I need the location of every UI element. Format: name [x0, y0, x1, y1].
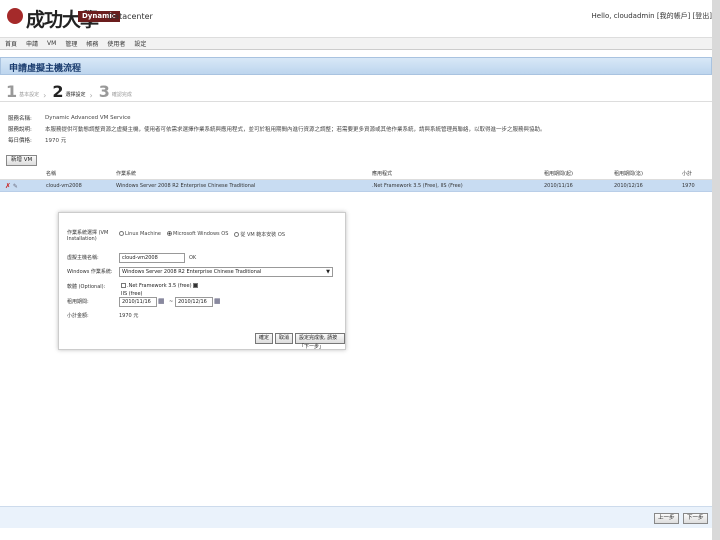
service-desc-row: 服務說明: 本服務提供可動態調整資源之虛擬主機，使用者可依需求選擇作業系統與應用…	[8, 123, 708, 134]
info-key: 服務名稱:	[8, 115, 32, 122]
period-label: 租用期間:	[67, 299, 89, 305]
wizard-step-1: 1 基本設定 ›	[6, 83, 46, 101]
delete-icon[interactable]: ✗	[5, 182, 11, 190]
step-number: 3	[98, 82, 110, 101]
table-row[interactable]: ✗ ✎ cloud-vm2008 Windows Server 2008 R2 E…	[0, 180, 712, 192]
main-menu: 首頁 申請 VM 管理 帳務 使用者 設定	[0, 37, 720, 50]
date-range-separator: ~	[169, 299, 174, 305]
checkbox-checked-icon	[193, 283, 199, 288]
windows-os-select[interactable]: Windows Server 2008 R2 Enterprise Chines…	[119, 267, 333, 277]
university-seal-icon	[7, 8, 23, 24]
info-key: 服務說明:	[8, 126, 32, 133]
menu-item-vm[interactable]: VM	[47, 40, 56, 47]
checkbox-icon	[121, 283, 126, 288]
col-header-end: 租用期間(迄)	[614, 171, 643, 177]
menu-item-billing[interactable]: 帳務	[86, 39, 98, 48]
step-label: 確認完成	[111, 92, 132, 98]
radio-linux[interactable]: Linux Machine	[119, 231, 161, 238]
menu-item-users[interactable]: 使用者	[107, 39, 125, 48]
col-header-os: 作業系統	[116, 171, 137, 177]
wizard-nav-bar: 上一步 下一步	[0, 506, 712, 528]
next-hint-button[interactable]: 設定完成後, 請按「下一步」	[295, 333, 345, 350]
step-number: 1	[6, 82, 18, 101]
subtotal-value: 1970 元	[119, 313, 139, 319]
vm-name-status: OK	[189, 255, 197, 261]
wizard-step-2: 2 選擇設定 ›	[52, 83, 92, 101]
page-title-bar: 申請虛擬主機流程	[0, 57, 712, 75]
software-checkbox-net[interactable]: .Net Framework 3.5 (free)	[121, 283, 192, 289]
windows-os-label: Windows 作業系統:	[67, 269, 113, 275]
edit-pencil-icon[interactable]: ✎	[13, 183, 18, 190]
cancel-button[interactable]: 取消	[275, 333, 294, 344]
vm-type-label: 作業系統選擇 (VM Installation)	[67, 230, 109, 242]
menu-item-manage[interactable]: 管理	[65, 39, 77, 48]
info-key: 每日價格:	[8, 137, 32, 144]
windows-os-selected: Windows Server 2008 R2 Enterprise Chines…	[122, 269, 262, 275]
vm-name-label: 虛擬主機名稱:	[67, 255, 99, 261]
row-actions: ✗ ✎	[0, 182, 46, 190]
subtotal-label: 小計金額:	[67, 313, 89, 319]
vm-config-panel: 作業系統選擇 (VM Installation) Linux Machine M…	[58, 212, 346, 350]
chevron-right-icon: ›	[43, 91, 47, 100]
add-vm-button[interactable]: 新增 VM	[6, 155, 38, 166]
info-value: 本服務提供可動態調整資源之虛擬主機，使用者可依需求選擇作業系統與應用程式，並可於…	[45, 126, 546, 133]
calendar-icon[interactable]: ▦	[158, 297, 165, 305]
table-header: 名稱 作業系統 應用程式 租用期間(起) 租用期間(迄) 小計	[0, 168, 712, 180]
radio-windows[interactable]: Microsoft Windows OS	[167, 231, 228, 238]
vm-type-radio-group: Linux Machine Microsoft Windows OS 從 VM …	[119, 231, 285, 238]
end-date-input[interactable]: 2010/12/16	[175, 297, 213, 307]
cell-name: cloud-vm2008	[46, 182, 82, 189]
dropdown-arrow-icon: ▼	[326, 269, 330, 275]
radio-selected-icon	[167, 231, 172, 236]
menu-item-settings[interactable]: 設定	[134, 39, 146, 48]
col-header-app: 應用程式	[372, 171, 393, 177]
next-step-button[interactable]: 下一步	[683, 513, 708, 524]
confirm-button[interactable]: 確定	[255, 333, 274, 344]
app-header: 成功大學 Dynamic Datacenter Hello, cloudadmi…	[0, 0, 720, 36]
service-name-row: 服務名稱: Dynamic Advanced VM Service	[8, 112, 708, 123]
step-label: 選擇設定	[65, 92, 86, 98]
user-account-links[interactable]: Hello, cloudadmin [我的帳戶] [登出]	[592, 11, 712, 22]
service-price-row: 每日價格: 1970 元	[8, 134, 708, 145]
info-value: 1970 元	[45, 137, 67, 144]
chevron-right-icon: ›	[89, 91, 93, 100]
vm-name-input[interactable]: cloud-vm2008	[119, 253, 185, 263]
page-title: 申請虛擬主機流程	[9, 64, 82, 74]
cell-start: 2010/11/16	[544, 182, 573, 189]
software-options: .Net Framework 3.5 (free) IIS (free)	[119, 282, 205, 297]
cell-app: .Net Framework 3.5 (Free), IIS (Free)	[372, 182, 463, 189]
software-label: 軟體 (Optional):	[67, 284, 106, 290]
col-header-subtotal: 小計	[682, 171, 693, 177]
col-header-name: 名稱	[46, 171, 57, 177]
cell-os: Windows Server 2008 R2 Enterprise Chines…	[116, 182, 256, 189]
cell-end: 2010/12/16	[614, 182, 643, 189]
start-date-input[interactable]: 2010/11/16	[119, 297, 157, 307]
page-edge-strip	[712, 0, 720, 540]
step-label: 基本設定	[19, 92, 40, 98]
step-number: 2	[52, 82, 64, 101]
info-value: Dynamic Advanced VM Service	[45, 114, 131, 121]
calendar-icon[interactable]: ▦	[214, 297, 221, 305]
service-info: 服務名稱: Dynamic Advanced VM Service 服務說明: …	[8, 112, 708, 145]
radio-icon	[234, 232, 240, 237]
col-header-start: 租用期間(起)	[544, 171, 573, 177]
radio-template[interactable]: 從 VM 範本安裝 OS	[234, 231, 285, 238]
prev-step-button[interactable]: 上一步	[654, 513, 679, 524]
wizard-steps: 1 基本設定 › 2 選擇設定 › 3 確認完成	[0, 78, 712, 102]
vm-table: 名稱 作業系統 應用程式 租用期間(起) 租用期間(迄) 小計 ✗ ✎ cloud…	[0, 168, 712, 192]
radio-icon	[119, 231, 124, 236]
wizard-step-3: 3 確認完成	[99, 83, 132, 101]
cell-subtotal: 1970	[682, 182, 695, 189]
brand-title: Datacenter	[108, 12, 153, 21]
menu-item-apply[interactable]: 申請	[26, 39, 38, 48]
menu-item-home[interactable]: 首頁	[5, 39, 17, 48]
